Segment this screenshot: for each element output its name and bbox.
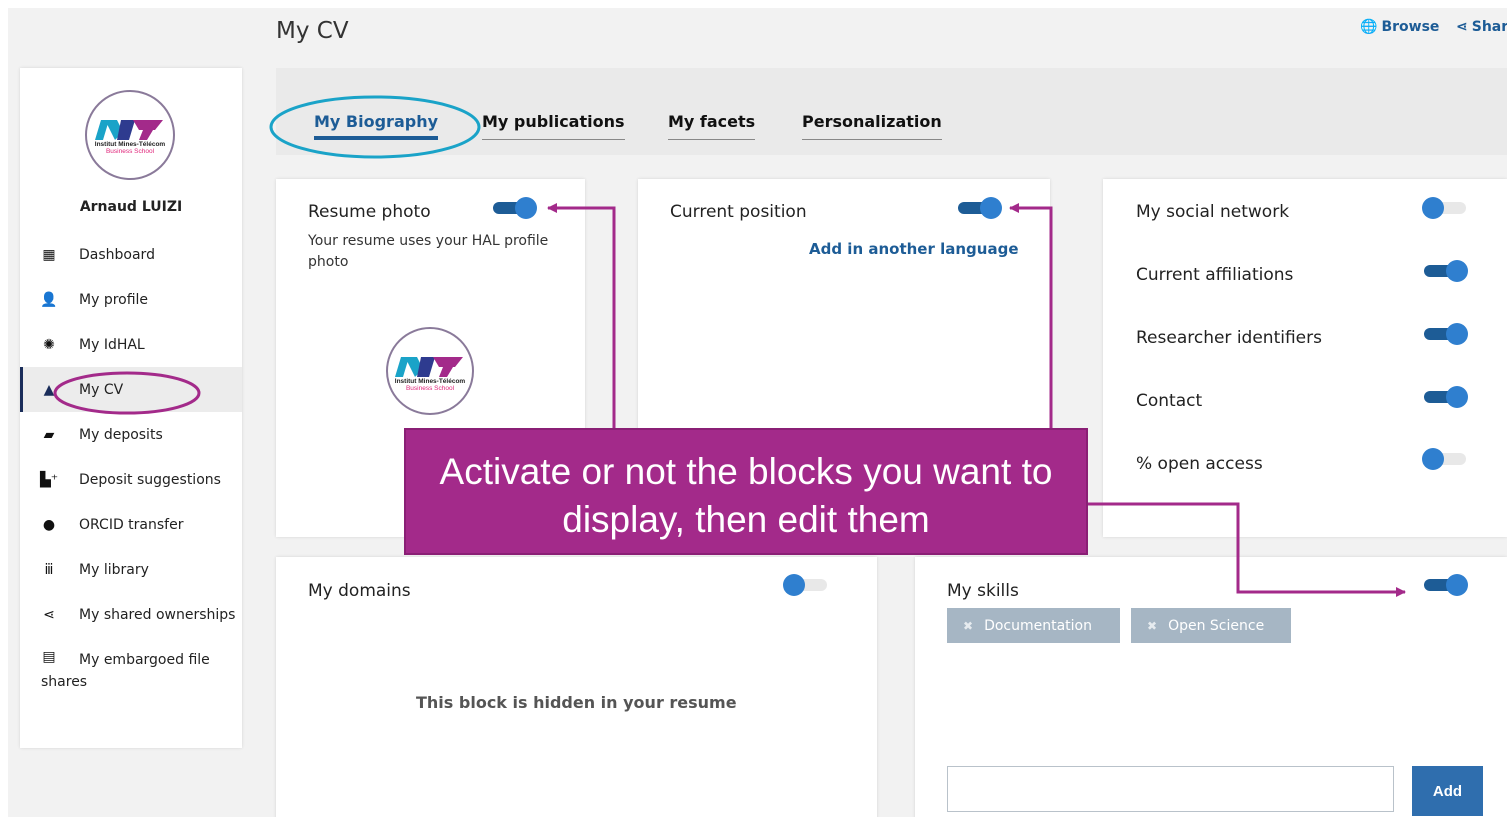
hidden-block-message: This block is hidden in your resume [416,693,737,712]
browse-label: Browse [1381,19,1440,35]
social-network-toggle[interactable] [1422,197,1468,219]
resume-photo-toggle[interactable] [491,197,537,219]
sidebar-item-label: ORCID transfer [79,516,184,533]
skill-input[interactable] [947,766,1394,812]
tab-my-facets[interactable]: My facets [668,112,756,140]
toggle-knob [515,197,537,219]
skills-card: My skills ✖ Documentation ✖ Open Science… [915,557,1507,817]
institution-logo: Institut Mines-Télécom Business School [85,90,175,180]
sidebar-item-my-library[interactable]: ⅲ My library [20,547,242,592]
sidebar-menu: ▦ Dashboard 👤 My profile ✺ My IdHAL ▲ My… [20,232,242,697]
researcher-identifiers-label: Researcher identifiers [1136,328,1322,348]
logo-text-line1: Institut Mines-Télécom [94,141,166,148]
cv-editor-screen: My CV 🌐 Browse ⋖ Shar Institut Mines-Tél… [0,0,1507,817]
sidebar-item-my-profile[interactable]: 👤 My profile [20,277,242,322]
add-skill-button[interactable]: Add [1412,766,1483,816]
tab-my-publications[interactable]: My publications [482,112,625,140]
open-access-toggle[interactable] [1422,448,1468,470]
sidebar-item-label: My embargoed file shares [41,652,210,690]
toggle-knob [1422,448,1444,470]
toggle-knob [1446,260,1468,282]
current-affiliations-toggle[interactable] [1422,260,1468,282]
sidebar-item-label: My library [79,561,149,578]
idhal-icon: ✺ [43,336,55,353]
contact-label: Contact [1136,391,1203,411]
suggestion-icon: ▙⁺ [40,471,59,488]
skills-title: My skills [947,581,1019,601]
toggle-knob [1446,323,1468,345]
profile-photo: Institut Mines-Télécom Business School [386,327,474,415]
logo-text-line2: Business School [405,385,455,392]
social-network-label: My social network [1136,202,1290,222]
share-icon: ⋖ [1456,19,1468,35]
folder-icon: ▰ [43,426,55,443]
sidebar-item-label: My profile [79,291,149,308]
sidebar-item-orcid-transfer[interactable]: ● ORCID transfer [20,502,242,547]
logo-shapes [95,120,163,140]
skill-chip-documentation[interactable]: ✖ Documentation [947,608,1120,643]
add-language-link[interactable]: Add in another language [809,240,1019,258]
remove-icon[interactable]: ✖ [1147,619,1157,633]
logo-text-line2: Business School [105,148,155,155]
cv-icon: ▲ [43,381,55,398]
sidebar: Institut Mines-Télécom Business School A… [20,68,242,748]
domains-toggle[interactable] [783,574,829,596]
sidebar-item-label: My CV [79,381,124,398]
dashboard-icon: ▦ [42,246,56,263]
domains-card: My domains This block is hidden in your … [276,557,877,817]
sidebar-item-label: My deposits [79,426,163,443]
person-icon: 👤 [40,291,58,308]
contact-toggle[interactable] [1422,386,1468,408]
skill-chip-open-science[interactable]: ✖ Open Science [1131,608,1291,643]
sidebar-item-label: Dashboard [79,246,155,263]
toggle-knob [1446,574,1468,596]
sidebar-item-label: Deposit suggestions [79,471,221,488]
resume-photo-title: Resume photo [308,202,431,222]
logo-text-line1: Institut Mines-Télécom [394,378,466,385]
share-icon: ⋖ [43,606,55,623]
current-affiliations-label: Current affiliations [1136,265,1294,285]
sidebar-item-shared-ownerships[interactable]: ⋖ My shared ownerships [20,592,242,637]
logo-shapes [395,357,463,377]
toggle-knob [1446,386,1468,408]
open-access-label: % open access [1136,454,1263,474]
current-position-toggle[interactable] [956,197,1002,219]
toggle-knob [980,197,1002,219]
share-label: Shar [1471,19,1507,35]
current-position-title: Current position [670,202,807,222]
resume-photo-description: Your resume uses your HAL profile photo [308,233,549,270]
skill-chip-label: Open Science [1168,617,1265,634]
sidebar-item-embargoed-file-shares[interactable]: ▤ My embargoed file shares [20,637,242,697]
share-link[interactable]: ⋖ Shar [1456,19,1507,35]
toggle-knob [783,574,805,596]
sidebar-item-deposit-suggestions[interactable]: ▙⁺ Deposit suggestions [20,457,242,502]
sidebar-item-label: My IdHAL [79,336,145,353]
sidebar-item-my-idhal[interactable]: ✺ My IdHAL [20,322,242,367]
sidebar-item-label: My shared ownerships [79,606,236,623]
domains-title: My domains [308,581,411,601]
library-icon: ⅲ [44,561,54,578]
page-title: My CV [276,18,349,44]
browse-link[interactable]: 🌐 Browse [1360,19,1439,35]
skill-chip-label: Documentation [984,617,1092,634]
tabs-bar: My Biography My publications My facets P… [276,68,1507,155]
globe-icon: 🌐 [1360,19,1378,35]
sidebar-item-my-deposits[interactable]: ▰ My deposits [20,412,242,457]
instruction-callout: Activate or not the blocks you want to d… [404,428,1088,555]
orcid-icon: ● [42,516,56,533]
toggle-knob [1422,197,1444,219]
sidebar-item-my-cv[interactable]: ▲ My CV [20,367,242,412]
tab-my-biography[interactable]: My Biography [314,112,439,140]
tab-personalization[interactable]: Personalization [802,112,942,140]
skills-toggle[interactable] [1422,574,1468,596]
user-name: Arnaud LUIZI [79,199,183,215]
researcher-identifiers-toggle[interactable] [1422,323,1468,345]
profile-blocks-card: My social network Current affiliations R… [1103,179,1507,537]
remove-icon[interactable]: ✖ [963,619,973,633]
sidebar-item-dashboard[interactable]: ▦ Dashboard [20,232,242,277]
